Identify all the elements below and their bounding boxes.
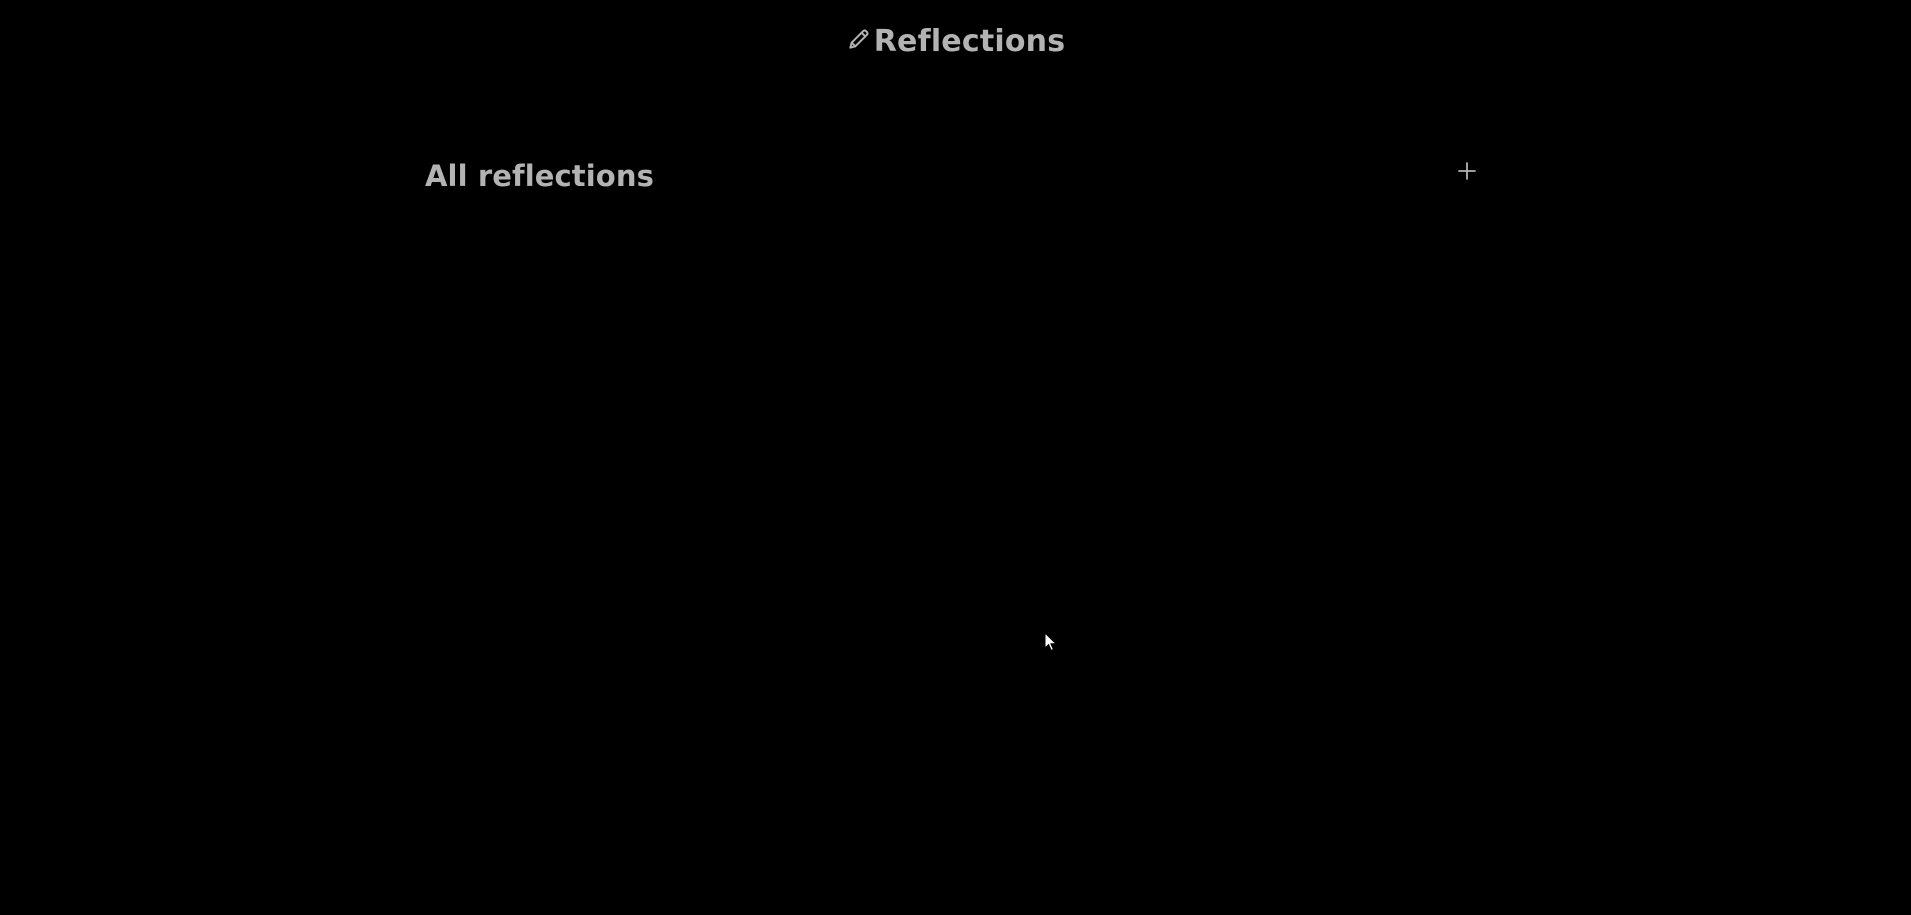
app-title-group: Reflections [846,24,1066,59]
page-title: Reflections [873,24,1066,59]
pencil-icon [846,26,872,52]
reflections-list [425,220,1485,860]
section-header: All reflections [425,152,1485,200]
app-header: Reflections [0,24,1911,59]
plus-icon [1458,162,1476,180]
page: Reflections All reflections [0,0,1911,915]
add-reflection-button[interactable] [1449,153,1485,189]
section-title: All reflections [425,159,654,193]
